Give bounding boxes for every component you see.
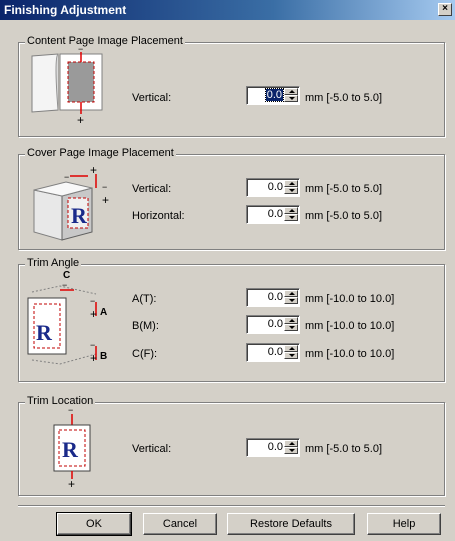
spin-down-icon[interactable] — [284, 352, 298, 359]
trim-plus-b: + — [90, 351, 97, 365]
button-separator — [18, 505, 445, 507]
cover-vertical-spinner[interactable] — [284, 180, 298, 195]
spin-up-icon[interactable] — [284, 345, 298, 352]
trim-b-range: mm [-10.0 to 10.0] — [305, 320, 395, 332]
trim-a-value[interactable]: 0.0 — [268, 291, 283, 303]
cancel-button[interactable]: Cancel — [143, 513, 217, 535]
spin-down-icon[interactable] — [284, 324, 298, 331]
spin-up-icon[interactable] — [284, 317, 298, 324]
spin-down-icon[interactable] — [284, 95, 298, 102]
trim-a-label: A(T): — [132, 293, 157, 305]
cover-page-illustration: − + − + R — [33, 163, 109, 241]
content-vertical-spinner[interactable] — [284, 88, 298, 103]
trim-c-label: C(F): — [132, 348, 158, 360]
cover-horizontal-range: mm [-5.0 to 5.0] — [305, 210, 383, 222]
content-vertical-input[interactable]: 0.0 — [246, 86, 300, 105]
cover-horizontal-spinner[interactable] — [284, 207, 298, 222]
trim-a-range: mm [-10.0 to 10.0] — [305, 293, 395, 305]
spin-up-icon[interactable] — [284, 440, 298, 447]
spin-up-icon[interactable] — [284, 88, 298, 95]
cover-page-legend: Cover Page Image Placement — [25, 147, 176, 159]
trim-c-input[interactable]: 0.0 — [246, 343, 300, 362]
cover-minus-v: − — [102, 182, 107, 192]
trim-b-input[interactable]: 0.0 — [246, 315, 300, 334]
trim-location-vertical-spinner[interactable] — [284, 440, 298, 455]
spin-down-icon[interactable] — [284, 214, 298, 221]
trim-c-range: mm [-10.0 to 10.0] — [305, 348, 395, 360]
spin-down-icon[interactable] — [284, 297, 298, 304]
trim-a-spinner[interactable] — [284, 290, 298, 305]
plus-marker: + — [77, 113, 84, 126]
trim-minus-c: − — [62, 280, 67, 290]
trim-location-vertical-value[interactable]: 0.0 — [268, 441, 283, 453]
cover-horizontal-input[interactable]: 0.0 — [246, 205, 300, 224]
trim-angle-illustration: C − R − + A − + B — [27, 270, 107, 365]
close-button[interactable]: × — [438, 3, 452, 16]
cover-horizontal-value[interactable]: 0.0 — [268, 208, 283, 220]
content-vertical-value[interactable]: 0.0 — [264, 88, 285, 102]
help-button[interactable]: Help — [367, 513, 441, 535]
minus-marker: − — [78, 48, 83, 54]
trim-minus-b: − — [90, 340, 95, 350]
trim-c-value[interactable]: 0.0 — [268, 346, 283, 358]
trim-c-spinner[interactable] — [284, 345, 298, 360]
content-vertical-label: Vertical: — [132, 92, 172, 104]
trim-b-value[interactable]: 0.0 — [268, 318, 283, 330]
trim-B-label: B — [100, 351, 107, 362]
trim-location-vertical-label: Vertical: — [132, 443, 172, 455]
loc-minus-marker: − — [68, 407, 73, 415]
spin-up-icon[interactable] — [284, 290, 298, 297]
cover-vertical-input[interactable]: 0.0 — [246, 178, 300, 197]
cover-plus-h: + — [90, 163, 97, 177]
title-bar: Finishing Adjustment × — [0, 0, 455, 20]
trim-location-vertical-range: mm [-5.0 to 5.0] — [305, 443, 383, 455]
trim-location-illustration: − R + — [53, 407, 91, 489]
trim-R-letter: R — [36, 320, 53, 345]
trim-location-vertical-input[interactable]: 0.0 — [246, 438, 300, 457]
content-page-illustration: − + — [31, 48, 103, 126]
content-page-legend: Content Page Image Placement — [25, 35, 185, 47]
window-title: Finishing Adjustment — [4, 3, 127, 17]
spin-up-icon[interactable] — [284, 207, 298, 214]
trim-b-label: B(M): — [132, 320, 159, 332]
loc-plus-marker: + — [68, 477, 75, 489]
restore-defaults-button[interactable]: Restore Defaults — [227, 513, 355, 535]
spin-up-icon[interactable] — [284, 180, 298, 187]
trim-A-label: A — [100, 307, 107, 318]
cover-horizontal-label: Horizontal: — [132, 210, 185, 222]
cover-vertical-value[interactable]: 0.0 — [268, 181, 283, 193]
loc-R-letter: R — [62, 437, 79, 462]
trim-b-spinner[interactable] — [284, 317, 298, 332]
spin-down-icon[interactable] — [284, 187, 298, 194]
cover-vertical-label: Vertical: — [132, 183, 172, 195]
cover-vertical-range: mm [-5.0 to 5.0] — [305, 183, 383, 195]
trim-location-legend: Trim Location — [25, 395, 96, 407]
cover-R-letter: R — [71, 203, 88, 228]
trim-plus-a: + — [90, 307, 97, 321]
spin-down-icon[interactable] — [284, 447, 298, 454]
cover-minus-h: − — [64, 172, 69, 182]
content-vertical-range: mm [-5.0 to 5.0] — [305, 92, 383, 104]
cover-plus-v: + — [102, 193, 109, 207]
trim-a-input[interactable]: 0.0 — [246, 288, 300, 307]
ok-button[interactable]: OK — [56, 512, 132, 536]
trim-minus-a: − — [90, 296, 95, 306]
